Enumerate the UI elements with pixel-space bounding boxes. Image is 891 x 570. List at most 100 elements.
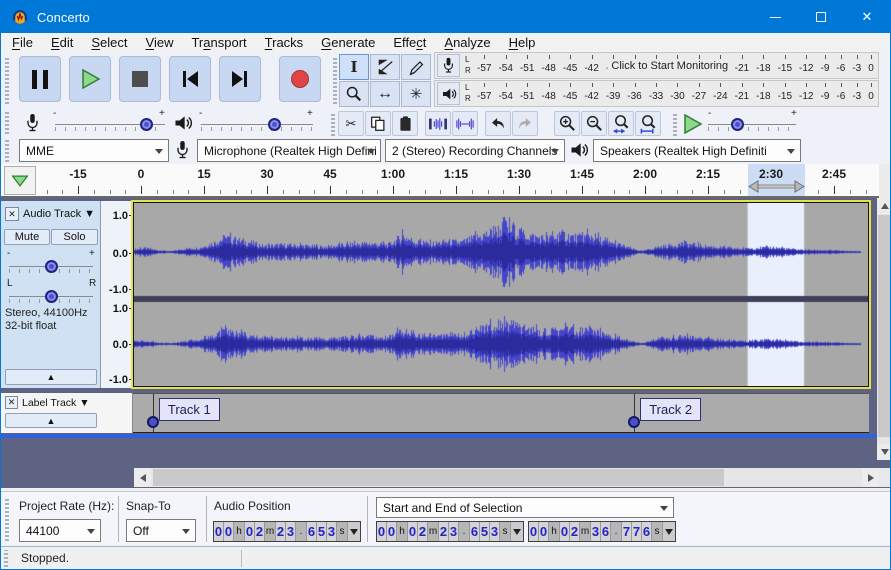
play-speed-thumb[interactable]	[731, 118, 744, 131]
menu-item-help[interactable]: Help	[500, 34, 545, 51]
time-digit[interactable]: 3	[449, 522, 459, 541]
time-field-dropdown[interactable]	[348, 522, 360, 541]
gain-thumb[interactable]	[45, 260, 58, 273]
playback-meter-speaker-button[interactable]	[437, 82, 460, 105]
time-shift-tool-button[interactable]: ↔	[370, 81, 400, 107]
timeline-ruler[interactable]: -15 0 15 30 45 1:00 1:15 1:30 1:45 2:00 2:15 2:30 2:…	[1, 164, 879, 198]
time-digit[interactable]: 2	[255, 522, 265, 541]
recording-meter[interactable]: L R -57-54-51-48-45-42-39-36-33-30-27-24…	[434, 52, 879, 79]
selection-end-field[interactable]: 00h02m36.776s	[528, 521, 676, 542]
time-digit[interactable]: 2	[418, 522, 428, 541]
time-digit[interactable]: 0	[387, 522, 397, 541]
time-field-dropdown[interactable]	[511, 522, 523, 541]
time-digit[interactable]: 6	[307, 522, 317, 541]
audio-track-waveform[interactable]	[133, 202, 869, 387]
stop-button[interactable]	[119, 56, 161, 102]
time-digit[interactable]: 3	[286, 522, 296, 541]
label-track-content[interactable]: Track 1 Track 2	[133, 393, 869, 433]
maximize-button[interactable]	[798, 1, 844, 33]
time-field-dropdown[interactable]	[663, 522, 675, 541]
skip-to-end-button[interactable]	[219, 56, 261, 102]
zoom-out-button[interactable]	[581, 111, 607, 136]
selection-toolbar-gripper[interactable]	[5, 497, 9, 541]
timeline-options-button[interactable]	[4, 166, 36, 195]
scroll-up-button[interactable]	[877, 198, 890, 214]
transport-toolbar-gripper[interactable]	[5, 56, 9, 104]
tools-toolbar-gripper[interactable]	[333, 56, 337, 104]
draw-tool-button[interactable]	[401, 54, 431, 80]
scroll-right-button[interactable]	[862, 468, 879, 487]
skip-to-start-button[interactable]	[169, 56, 211, 102]
record-meter-overlay[interactable]: Click to Start Monitoring	[607, 59, 733, 72]
label-marker-handle[interactable]	[146, 416, 159, 428]
project-rate-dropdown[interactable]: 44100	[19, 519, 101, 542]
label-track-panel[interactable]: ✕ Label Track ▼ ▲	[1, 393, 133, 433]
collapse-track-button[interactable]: ▲	[5, 369, 97, 385]
playback-meter[interactable]: L R -57 -54 -51 -48 -45 -42 -39 -36 -33 -30 -27 -24…	[434, 80, 879, 107]
zoom-to-selection-button[interactable]	[608, 111, 634, 136]
zoom-in-button[interactable]	[554, 111, 580, 136]
time-unit[interactable]: s	[500, 522, 511, 541]
envelope-tool-button[interactable]	[370, 54, 400, 80]
menu-item-select[interactable]: Select	[82, 34, 136, 51]
collapse-track-button[interactable]: ▲	[5, 413, 97, 428]
time-digit[interactable]: 7	[632, 522, 642, 541]
snap-to-dropdown[interactable]: Off	[126, 519, 196, 542]
time-digit[interactable]: 2	[570, 522, 580, 541]
horizontal-scrollbar[interactable]	[134, 468, 879, 487]
horizontal-scroll-thumb[interactable]	[153, 469, 724, 486]
playback-volume-slider[interactable]	[201, 117, 313, 131]
close-button[interactable]: ✕	[844, 1, 890, 33]
menu-item-analyze[interactable]: Analyze	[435, 34, 499, 51]
time-digit[interactable]: 3	[490, 522, 500, 541]
time-digit[interactable]: 0	[245, 522, 255, 541]
time-unit[interactable]: m	[580, 522, 591, 541]
menu-item-edit[interactable]: Edit	[42, 34, 82, 51]
play-button[interactable]	[69, 56, 111, 102]
menu-item-tracks[interactable]: Tracks	[256, 34, 313, 51]
recording-channels-dropdown[interactable]: 2 (Stereo) Recording Channels	[385, 139, 565, 162]
menu-item-generate[interactable]: Generate	[312, 34, 384, 51]
time-unit[interactable]: .	[611, 522, 622, 541]
vertical-scale-ruler[interactable]: 1.0 0.0 -1.0 1.0 0.0 -1.0	[101, 201, 133, 388]
selection-drag-handle-icon[interactable]	[748, 180, 805, 193]
time-digit[interactable]: 3	[591, 522, 601, 541]
time-digit[interactable]: 5	[317, 522, 327, 541]
menu-item-file[interactable]: File	[3, 34, 42, 51]
device-toolbar-gripper[interactable]	[5, 140, 9, 162]
time-digit[interactable]: 3	[327, 522, 337, 541]
audio-track-title[interactable]: Audio Track ▼	[23, 208, 95, 220]
copy-button[interactable]	[365, 111, 391, 136]
redo-button[interactable]	[512, 111, 538, 136]
vertical-scroll-thumb[interactable]	[878, 215, 890, 437]
close-track-button[interactable]: ✕	[5, 396, 18, 409]
selection-tool-button[interactable]: I	[339, 54, 369, 80]
selection-start-field[interactable]: 00h02m23.653s	[376, 521, 524, 542]
mixer-toolbar-gripper[interactable]	[5, 112, 9, 134]
time-unit[interactable]: h	[397, 522, 408, 541]
audio-track-panel[interactable]: ✕ Audio Track ▼ Mute Solo - + L R Stereo…	[1, 201, 101, 388]
time-unit[interactable]: .	[459, 522, 470, 541]
time-unit[interactable]: h	[234, 522, 245, 541]
record-button[interactable]	[279, 56, 321, 102]
label-text-box[interactable]: Track 1	[158, 398, 220, 421]
record-volume-thumb[interactable]	[140, 118, 153, 131]
multi-tool-button[interactable]: ✳	[401, 81, 431, 107]
label-text-box[interactable]: Track 2	[640, 398, 702, 421]
time-digit[interactable]: 0	[539, 522, 549, 541]
recording-device-dropdown[interactable]: Microphone (Realtek High Defini	[197, 139, 381, 162]
selection-mode-dropdown[interactable]: Start and End of Selection	[376, 497, 674, 518]
audio-host-dropdown[interactable]: MME	[19, 139, 169, 162]
time-digit[interactable]: 2	[276, 522, 286, 541]
zoom-tool-button[interactable]	[339, 81, 369, 107]
time-unit[interactable]: m	[265, 522, 276, 541]
time-unit[interactable]: m	[428, 522, 439, 541]
time-digit[interactable]: 0	[224, 522, 234, 541]
paste-button[interactable]	[392, 111, 418, 136]
status-bar-gripper[interactable]	[4, 550, 8, 567]
time-digit[interactable]: 6	[470, 522, 480, 541]
time-digit[interactable]: 2	[439, 522, 449, 541]
scroll-down-button[interactable]	[877, 444, 890, 460]
time-digit[interactable]: 0	[408, 522, 418, 541]
time-unit[interactable]: s	[337, 522, 348, 541]
